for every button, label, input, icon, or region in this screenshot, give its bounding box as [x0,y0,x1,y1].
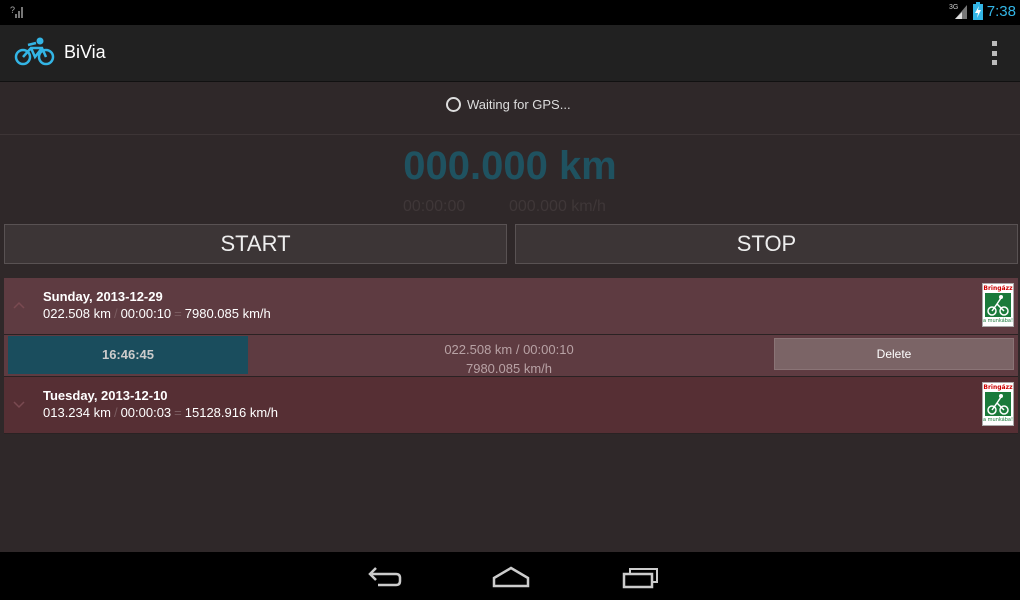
gps-status-row: Waiting for GPS... [0,82,1020,135]
trip-detail-row: 16:46:45 022.508 km / 00:00:10 7980.085 … [4,335,1018,377]
clock-time: 7:38 [986,2,1016,20]
overflow-menu-icon[interactable] [988,41,1000,65]
trip-separator: / [113,306,118,321]
badge-bottom-text: a munkába! [983,417,1013,423]
trip-separator: = [174,306,182,321]
trip-separator: / [113,405,118,420]
app-title: BiVia [64,42,106,62]
bike-to-work-badge-icon: Bringázz a munkába! [982,283,1014,327]
trip-distance: 013.234 km [43,405,111,420]
trip-duration: 00:00:03 [120,405,172,420]
bicycle-icon [14,37,56,71]
badge-bottom-text: a munkába! [983,318,1013,324]
trip-distance: 022.508 km [43,306,111,321]
elapsed-time-readout: 00:00:00 [403,198,466,215]
trip-list: Sunday, 2013-12-29 022.508 km/00:00:10 = 7… [4,278,1018,434]
trip-duration: 00:00:10 [120,306,172,321]
trip-stats: 022.508 km/00:00:10 = 7980.085 km/h [43,306,271,321]
chevron-down-icon[interactable] [12,397,26,411]
speed-readout: 000.000 km/h [509,198,606,215]
status-bar: ? 3G 7:38 [0,0,1020,25]
start-button[interactable]: START [4,224,507,264]
trip-detail-line2: 7980.085 km/h [465,361,552,376]
trip-stats: 013.234 km/00:00:03 = 15128.916 km/h [43,405,278,420]
network-type-label: 3G [949,4,958,11]
stop-button[interactable]: STOP [515,224,1018,264]
trip-speed: 15128.916 km/h [184,405,278,420]
bike-to-work-badge-icon: Bringázz a munkába! [982,382,1014,426]
trip-date: Tuesday, 2013-12-10 [43,388,168,403]
home-icon[interactable] [486,562,536,592]
gps-status-text: Waiting for GPS... [467,97,571,112]
gps-spinner-icon [446,97,461,112]
trip-detail-line1: 022.508 km / 00:00:10 [444,342,574,357]
badge-top-text: Bringázz [983,285,1013,292]
trip-row[interactable]: Tuesday, 2013-12-10 013.234 km/00:00:03 =… [4,377,1018,434]
badge-top-text: Bringázz [983,384,1013,391]
navigation-bar [0,552,1020,600]
recent-apps-icon[interactable] [616,562,666,592]
signal-unknown-icon: ? [10,4,24,24]
trip-detail-summary: 022.508 km / 00:00:10 7980.085 km/h [384,340,634,378]
trip-row[interactable]: Sunday, 2013-12-29 022.508 km/00:00:10 = 7… [4,278,1018,335]
trip-separator: = [174,405,182,420]
chevron-up-icon[interactable] [12,298,26,312]
distance-readout: 000.000 km [403,144,617,188]
trip-start-time: 16:46:45 [8,336,248,374]
delete-trip-button[interactable]: Delete [774,338,1014,370]
svg-text:?: ? [10,5,15,15]
trip-speed: 7980.085 km/h [184,306,271,321]
mobile-signal-icon: 3G [949,4,967,19]
trip-date: Sunday, 2013-12-29 [43,289,163,304]
action-bar: BiVia [0,25,1020,82]
back-icon[interactable] [358,562,408,592]
battery-charging-icon [972,2,983,20]
